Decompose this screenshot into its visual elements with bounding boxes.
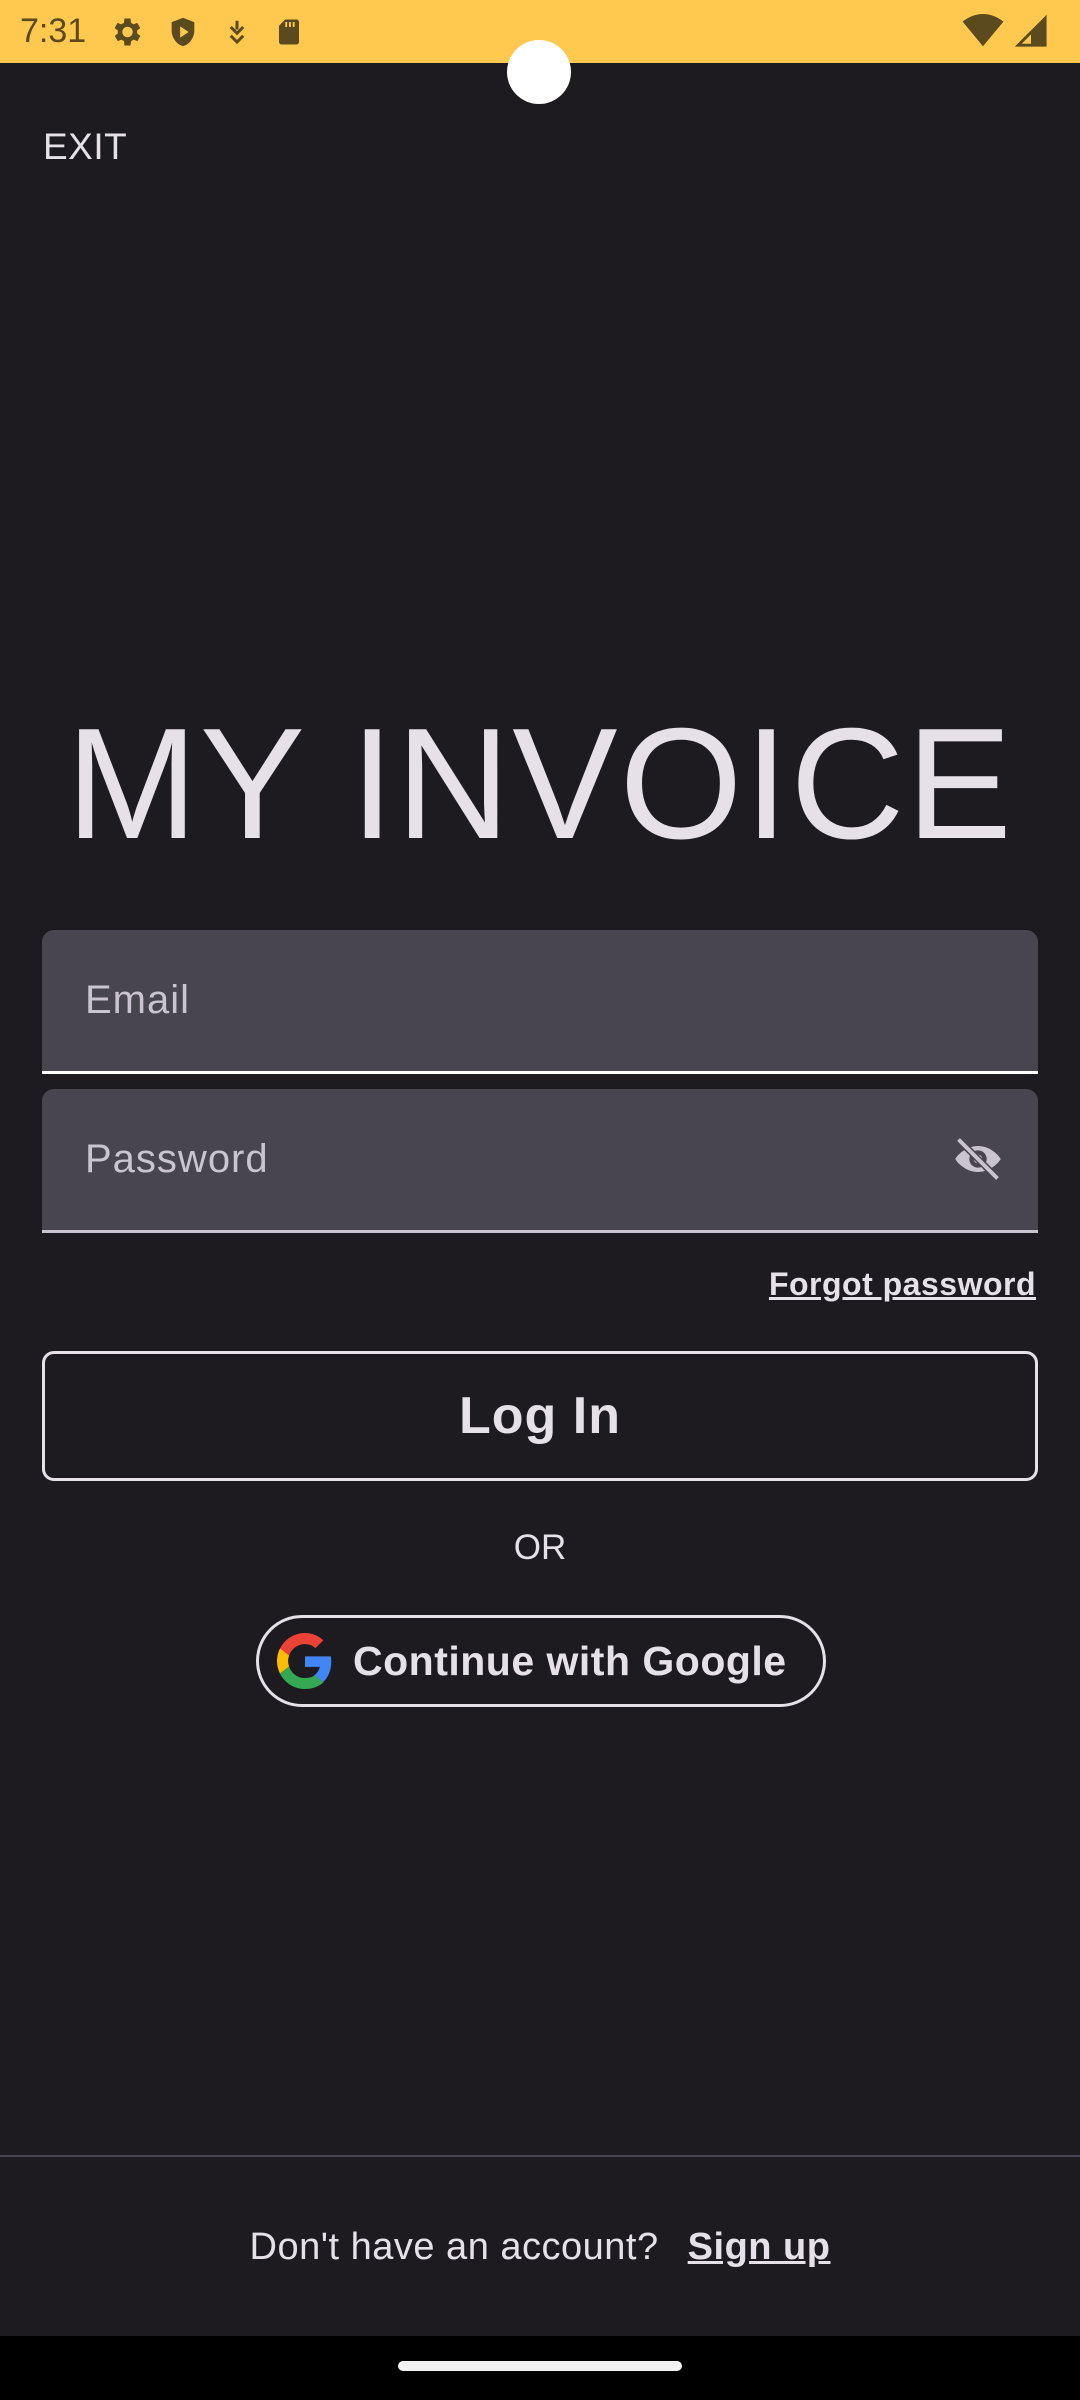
google-icon: [277, 1633, 332, 1689]
camera-cutout: [507, 40, 571, 104]
signal-icon: [1014, 14, 1047, 47]
wifi-icon: [962, 14, 1004, 47]
login-button[interactable]: Log In: [42, 1351, 1038, 1481]
status-icons-right: [962, 14, 1048, 48]
eye-off-icon[interactable]: [948, 1133, 1008, 1185]
password-placeholder: Password: [85, 1137, 269, 1181]
google-button-label: Continue with Google: [353, 1637, 787, 1684]
status-icons-left: [108, 14, 304, 50]
google-signin-button[interactable]: Continue with Google: [256, 1615, 826, 1707]
status-time: 7:31: [20, 12, 87, 50]
email-placeholder: Email: [85, 978, 191, 1022]
password-field[interactable]: Password: [42, 1089, 1038, 1233]
email-field[interactable]: Email: [42, 930, 1038, 1074]
home-indicator[interactable]: [398, 2361, 682, 2371]
forgot-password-link[interactable]: Forgot password: [769, 1266, 1036, 1303]
gear-icon: [114, 18, 141, 46]
app-title: MY INVOICE: [66, 696, 1014, 872]
shield-play-icon: [171, 17, 195, 47]
footer-divider: [0, 2155, 1080, 2157]
signup-link[interactable]: Sign up: [688, 2226, 831, 2268]
signup-prompt: Don't have an account?: [249, 2226, 659, 2268]
download-icon: [229, 20, 245, 45]
exit-button[interactable]: EXIT: [43, 126, 127, 168]
or-separator: OR: [513, 1528, 567, 1567]
sd-card-icon: [279, 19, 299, 45]
signup-row: Don't have an account? Sign up: [0, 2226, 1080, 2269]
